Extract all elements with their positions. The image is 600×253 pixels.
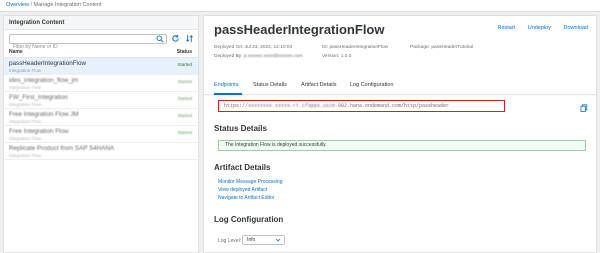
list-item-type: Integration Flow xyxy=(9,153,42,158)
list-item-name: Free Integration Flow xyxy=(9,128,69,135)
navigate-to-artifact-editor-link[interactable]: Navigate to Artifact Editor xyxy=(218,195,274,201)
status-details-title: Status Details xyxy=(214,124,267,133)
search-row xyxy=(4,30,198,51)
list-item-status: Started xyxy=(177,130,192,135)
artifact-package: Package: passHeaderTutorial xyxy=(410,45,473,50)
artifact-header: passHeaderIntegrationFlow Restart Undepl… xyxy=(204,16,596,95)
artifact-version-value: 1.0.0 xyxy=(340,54,352,59)
restart-button[interactable]: Restart xyxy=(497,25,515,31)
column-name-header: Name xyxy=(9,49,23,55)
list-item-name: ides_integration_flow_jm xyxy=(9,77,79,84)
artifact-details-title: Artifact Details xyxy=(214,163,271,172)
undeploy-button[interactable]: Undeploy xyxy=(528,25,551,31)
status-message: The Integration Flow is deployed success… xyxy=(218,140,586,151)
list-item-name: Free Integration Flow JM xyxy=(9,111,79,118)
deployed-on: Deployed On: Jul 23, 2024, 12:10:04 xyxy=(214,45,292,50)
list-item-status: Started xyxy=(177,62,192,67)
list-item-type: Integration Flow xyxy=(9,102,42,107)
artifact-id-label: ID: xyxy=(322,45,329,50)
list-item-type: Integration Flow xyxy=(9,119,42,124)
endpoint-url-field[interactable]: https://xxxxxxxx.xxxxx-rt.cfapps.us10-00… xyxy=(218,100,505,112)
tab-artifact-details[interactable]: Artifact Details xyxy=(301,82,336,88)
log-level-label: Log Level: xyxy=(218,238,242,244)
endpoint-url-suffix: 002.hana.ondemand.com/http/passheader xyxy=(338,103,450,109)
active-tab-indicator xyxy=(214,93,242,95)
header-actions: Restart Undeploy Download xyxy=(486,25,588,31)
tab-status-details[interactable]: Status Details xyxy=(253,82,287,88)
list-item-type: Integration Flow xyxy=(9,85,42,90)
chevron-down-icon xyxy=(275,238,281,242)
deployed-on-value: Jul 23, 2024, 12:10:04 xyxy=(244,45,293,50)
list-item-name: passHeaderIntegrationFlow xyxy=(9,60,87,67)
list-item-status: Started xyxy=(177,79,192,84)
list-item-type: Integration Flow xyxy=(9,136,42,141)
list-item[interactable]: Free Integration Flow Integration Flow S… xyxy=(4,126,198,143)
artifact-id: ID: passHeaderIntegrationFlow xyxy=(322,45,388,50)
view-deployed-artifact-link[interactable]: View deployed Artifact xyxy=(218,187,267,193)
refresh-icon[interactable] xyxy=(171,34,180,43)
endpoint-url-prefix: https:// xyxy=(224,103,249,109)
deployed-by-label: Deployed By: xyxy=(214,54,243,59)
list-column-header: Name Status xyxy=(4,46,198,58)
tab-endpoints[interactable]: Endpoints xyxy=(214,82,238,88)
log-configuration-title: Log Configuration xyxy=(214,215,284,224)
deployed-on-label: Deployed On: xyxy=(214,45,244,50)
tab-log-configuration[interactable]: Log Configuration xyxy=(350,82,393,88)
artifact-detail-panel: passHeaderIntegrationFlow Restart Undepl… xyxy=(203,15,597,253)
artifact-version-label: Version: xyxy=(322,54,340,59)
column-status-header: Status xyxy=(176,49,192,55)
search-field[interactable] xyxy=(9,34,167,51)
monitor-message-processing-link[interactable]: Monitor Message Processing xyxy=(218,179,282,185)
list-item[interactable]: FW_First_Integration Integration Flow St… xyxy=(4,92,198,109)
panel-title: Integration Content xyxy=(4,16,198,30)
list-item[interactable]: ides_integration_flow_jm Integration Flo… xyxy=(4,75,198,92)
copy-icon[interactable] xyxy=(580,104,588,112)
list-item-name: Replicate Product from SAP S4HANA xyxy=(9,145,115,152)
log-level-value: Info xyxy=(247,237,256,243)
integration-content-panel: Integration Content Name Status passHead… xyxy=(3,15,199,253)
artifact-package-label: Package: xyxy=(410,45,431,50)
deployed-by: Deployed By: p.xxxxxx.xxxx@xxxxxx.com xyxy=(214,54,303,59)
breadcrumb-overview-link[interactable]: Overview xyxy=(6,2,29,8)
search-icon[interactable] xyxy=(156,35,164,43)
list-item-name: FW_First_Integration xyxy=(9,94,68,101)
artifact-version: Version: 1.0.0 xyxy=(322,54,351,59)
breadcrumb: Overview / Manage Integration Content xyxy=(0,0,600,12)
list-item-status: Started xyxy=(177,96,192,101)
list-item-status: Started xyxy=(177,113,192,118)
endpoint-url-masked: xxxxxxxx.xxxxx-rt.cfapps.us10- xyxy=(248,103,339,109)
breadcrumb-current: Manage Integration Content xyxy=(33,2,102,8)
endpoint-url[interactable]: https://xxxxxxxx.xxxxx-rt.cfapps.us10-00… xyxy=(224,103,449,109)
list-item[interactable]: Replicate Product from SAP S4HANA Integr… xyxy=(4,143,198,160)
list-item[interactable]: Free Integration Flow JM Integration Flo… xyxy=(4,109,198,126)
list-item-type: Integration Flow xyxy=(9,68,42,73)
list-item-passheaderintegrationflow[interactable]: passHeaderIntegrationFlow Integration Fl… xyxy=(4,58,198,75)
log-level-select[interactable]: Info xyxy=(242,235,285,245)
download-button[interactable]: Download xyxy=(564,25,588,31)
page-title: passHeaderIntegrationFlow xyxy=(214,22,385,37)
sort-icon[interactable] xyxy=(185,34,194,43)
artifact-package-value: passHeaderTutorial xyxy=(431,45,474,50)
deployed-by-value: p.xxxxxx.xxxx@xxxxxx.com xyxy=(243,54,303,59)
artifact-id-value: passHeaderIntegrationFlow xyxy=(329,45,389,50)
